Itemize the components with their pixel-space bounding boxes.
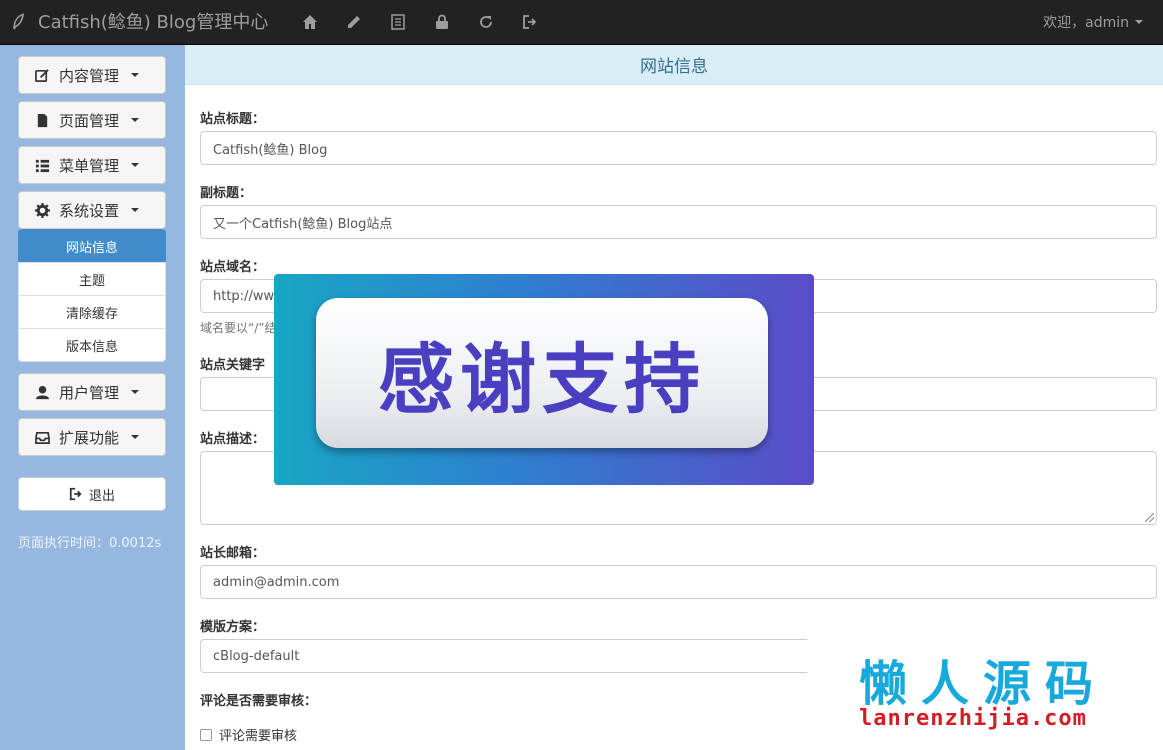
subtitle-input[interactable]: 又一个Catfish(鲶鱼) Blog站点 [200, 205, 1157, 239]
menu-label: 页面管理 [59, 111, 120, 130]
submenu-clear-cache[interactable]: 清除缓存 [18, 295, 166, 329]
keywords-label: 站点关键字 [200, 358, 266, 373]
template-label: 模版方案： [200, 620, 266, 635]
submenu-theme[interactable]: 主题 [18, 262, 166, 296]
file-icon [33, 111, 51, 129]
brand-title[interactable]: Catfish(鲶鱼) Blog管理中心 [38, 0, 288, 45]
menu-label: 用户管理 [59, 383, 120, 402]
sidebar: 内容管理 页面管理 菜单管理 系统设置 网站信息 主题 清除缓存 版本信息 用户… [0, 45, 185, 750]
menu-content-management[interactable]: 内容管理 [18, 56, 166, 94]
panel-title: 网站信息 [185, 45, 1163, 85]
top-navbar: Catfish(鲶鱼) Blog管理中心 欢迎，admin [0, 0, 1163, 45]
caret-icon [131, 73, 140, 77]
submenu-site-info[interactable]: 网站信息 [18, 229, 166, 263]
exec-time: 页面执行时间：0.0012s [18, 536, 162, 551]
menu-extensions[interactable]: 扩展功能 [18, 418, 166, 456]
logout-icon[interactable] [508, 0, 552, 45]
menu-label: 系统设置 [59, 201, 120, 220]
comment-review-option[interactable]: 评论需要审核 [200, 725, 297, 744]
comment-review-checkbox-label: 评论需要审核 [219, 729, 298, 744]
chevron-down-icon [1135, 20, 1143, 24]
system-submenu: 网站信息 主题 清除缓存 版本信息 [18, 229, 166, 362]
caret-icon [131, 118, 140, 122]
user-menu[interactable]: 欢迎，admin [1043, 12, 1163, 32]
thanks-text: 感谢支持 [378, 335, 706, 424]
description-label: 站点描述： [200, 432, 266, 447]
user-label: 欢迎，admin [1043, 15, 1129, 31]
lock-icon[interactable] [420, 0, 464, 45]
watermark-cn: 懒人源码 [859, 656, 1108, 712]
site-title-input[interactable]: Catfish(鲶鱼) Blog [200, 131, 1157, 165]
resize-grip-icon[interactable] [1145, 513, 1154, 522]
site-title-label: 站点标题： [200, 112, 266, 127]
comment-review-checkbox[interactable] [200, 728, 212, 741]
comment-review-label: 评论是否需要审核： [200, 694, 318, 709]
pencil-icon[interactable] [332, 0, 376, 45]
gear-icon [33, 201, 51, 219]
menu-page-management[interactable]: 页面管理 [18, 101, 166, 139]
caret-icon [131, 208, 140, 212]
email-label: 站长邮箱： [200, 546, 266, 561]
menu-user-management[interactable]: 用户管理 [18, 373, 166, 411]
menu-label: 菜单管理 [59, 156, 120, 175]
domain-help: 域名要以“/”结 [200, 321, 277, 335]
thanks-plate: 感谢支持 [316, 298, 768, 448]
inbox-icon [33, 428, 51, 446]
menu-menu-management[interactable]: 菜单管理 [18, 146, 166, 184]
logout-icon [69, 487, 83, 501]
menu-label: 内容管理 [59, 66, 120, 85]
submenu-version-info[interactable]: 版本信息 [18, 328, 166, 362]
refresh-icon[interactable] [464, 0, 508, 45]
home-icon[interactable] [288, 0, 332, 45]
menu-system-settings[interactable]: 系统设置 [18, 191, 166, 229]
caret-icon [131, 435, 140, 439]
watermark-en: lanrenzhijia.com [859, 706, 1087, 731]
thanks-banner-image: 感谢支持 [274, 274, 814, 485]
list-icon[interactable] [376, 0, 420, 45]
caret-icon [131, 163, 140, 167]
subtitle-label: 副标题： [200, 186, 253, 201]
caret-icon [131, 390, 140, 394]
menu-label: 扩展功能 [59, 428, 120, 447]
email-input[interactable]: admin@admin.com [200, 565, 1157, 599]
logout-button[interactable]: 退出 [18, 477, 166, 511]
feather-icon [0, 0, 38, 45]
list-icon [33, 156, 51, 174]
watermark-logo: 懒人源码 lanrenzhijia.com [807, 632, 1163, 750]
edit-icon [33, 66, 51, 84]
user-icon [33, 383, 51, 401]
domain-label: 站点域名： [200, 260, 266, 275]
logout-label: 退出 [88, 488, 115, 504]
